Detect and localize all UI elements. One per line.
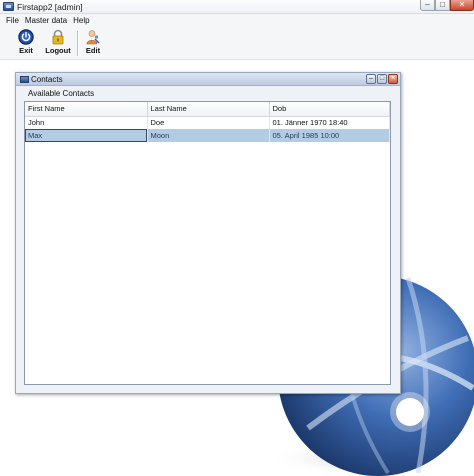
column-header-last-name[interactable]: Last Name [147,102,270,117]
menu-help[interactable]: Help [70,14,92,27]
menu-file[interactable]: File [3,14,22,27]
cell-last-name[interactable]: Moon [147,129,270,142]
contacts-title: Contacts [31,75,63,84]
edit-button[interactable]: Edit [79,29,107,58]
close-button[interactable]: ✕ [450,0,474,11]
window-title: Firstapp2 [admin] [17,2,83,12]
toolbar: Exit Logout Edit [0,27,474,60]
contacts-table[interactable]: First Name Last Name Dob John Doe 01. Jä… [24,101,391,385]
padlock-icon [50,29,66,45]
contacts-minimize-button[interactable]: – [366,74,376,84]
available-contacts-label: Available Contacts [28,89,95,98]
power-icon [18,29,34,45]
menu-bar: File Master data Help [0,14,474,27]
logout-button[interactable]: Logout [42,29,74,58]
column-header-first-name[interactable]: First Name [25,102,148,117]
contacts-maximize-button[interactable]: □ [377,74,387,84]
exit-button[interactable]: Exit [10,29,42,58]
maximize-button[interactable]: □ [435,0,450,11]
toolbar-separator [77,31,78,56]
table-row-selected[interactable]: Max Moon 05. April 1985 10:00 [25,129,390,142]
contacts-close-button[interactable]: × [388,74,398,84]
window-icon [20,76,29,83]
title-bar[interactable]: Firstapp2 [admin] – □ ✕ [0,0,474,14]
cell-first-name[interactable]: Max [25,129,148,142]
menu-master-data[interactable]: Master data [22,14,70,27]
logout-label: Logout [45,46,71,55]
column-header-dob[interactable]: Dob [269,102,390,117]
cell-last-name[interactable]: Doe [147,116,270,129]
contacts-window: Contacts – □ × Available Contacts First … [15,72,401,394]
cell-first-name[interactable]: John [25,116,148,129]
table-row[interactable]: John Doe 01. Jänner 1970 18:40 [25,116,390,129]
contacts-title-bar[interactable]: Contacts – □ × [16,73,400,86]
user-edit-icon [85,29,101,45]
window-icon [3,2,14,11]
minimize-button[interactable]: – [420,0,435,11]
contacts-window-controls: – □ × [366,74,398,84]
window-controls: – □ ✕ [420,0,474,12]
edit-label: Edit [85,46,101,55]
table-header: First Name Last Name Dob [25,102,390,117]
cell-dob[interactable]: 01. Jänner 1970 18:40 [269,116,390,129]
exit-label: Exit [19,46,33,55]
cell-dob[interactable]: 05. April 1985 10:00 [269,129,390,142]
